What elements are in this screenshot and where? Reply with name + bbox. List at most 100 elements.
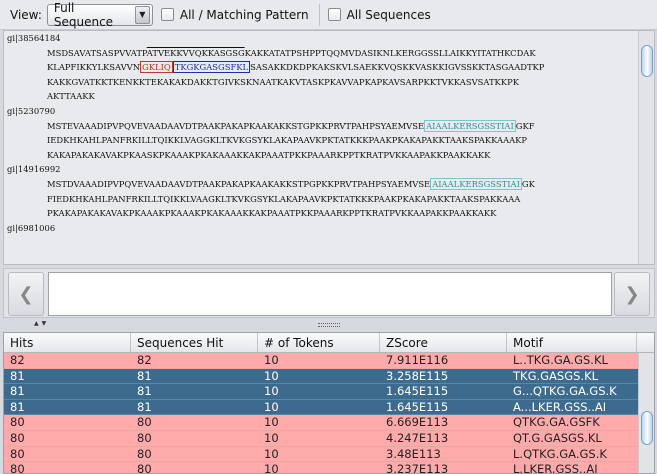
sequence-segment: KAKAPAKAKAVAKPKAASKPKAAAKPKAKAAAKKAKPAAA… <box>47 149 491 160</box>
sequence-segment: FIEDKHKAHLPANFRKILLTQIKKLVAAGKLTKVKGSYKL… <box>47 193 521 204</box>
cell-zscore: 3.258E115 <box>386 368 449 383</box>
sequence-segment: MSTEVAAADIPVPQVEVAADAAVDTPAAKPAKAPKAAKAK… <box>47 120 425 131</box>
collapse-arrows-icon[interactable]: ▲▼ <box>34 320 49 327</box>
sequence-segment: KAKKATATPSHPPTQQMVDASIKNLKERGGSSLLAIKKYI… <box>244 47 536 58</box>
cell-sequences-hit: 80 <box>137 462 152 474</box>
table-header: Hits Sequences Hit # of Tokens ZScore Mo… <box>4 333 654 353</box>
cell-tokens: 10 <box>264 430 279 445</box>
table-row[interactable]: 81 81 10 3.258E115 TKG.GASGS.KL <box>4 368 654 385</box>
chevron-down-icon[interactable]: ▼ <box>134 5 150 24</box>
cell-motif: QTKG.GA.GSFK <box>513 415 600 430</box>
matching-pattern-label: All / Matching Pattern <box>179 7 309 22</box>
sequence-line: MSTDVAAADIPVPQVEVAADAAVDTPAAKPAKAPKAAKAK… <box>4 177 544 192</box>
cell-hits: 80 <box>10 446 25 461</box>
sequence-segment: SASAKKDKDPKAKSKVLSAEKKVQSKKVASKKIGVSSKKT… <box>250 62 545 73</box>
table-row[interactable]: 80 80 10 3.48E113 L.QTKG.GA.GS.K <box>4 446 654 463</box>
cell-zscore: 3.237E113 <box>386 462 449 474</box>
detail-field[interactable] <box>48 272 612 316</box>
previous-button[interactable]: ❮ <box>8 272 44 316</box>
cell-sequences-hit: 80 <box>137 415 152 430</box>
cell-zscore: 1.645E115 <box>386 399 449 414</box>
cell-sequences-hit: 81 <box>137 399 152 414</box>
cell-hits: 80 <box>10 462 25 474</box>
motif-match-teal: AIAALKERSGSSTIAI <box>424 119 516 132</box>
sequence-line: PKAKAPAKAKAVAKPKAAAKPKAAAKPKAKAAAKKAKPAA… <box>4 206 544 221</box>
sequence-line: MSTEVAAADIPVPQVEVAADAAVDTPAAKPAKAPKAAKAK… <box>4 119 544 134</box>
sequence-line: FIEDKHKAHLPANFRKILLTQIKKLVAAGKLTKVKGSYKL… <box>4 192 544 207</box>
sequence-text: gi|38564184 MSDSAVATSASPVVATPATVEKKVVQKKA… <box>4 31 544 235</box>
cell-tokens: 10 <box>264 353 279 367</box>
column-header-zscore[interactable]: ZScore <box>380 333 507 352</box>
sequence-segment: MSTDVAAADIPVPQVEVAADAAVDTPAAKPAKAPKAAKAK… <box>47 178 431 189</box>
cell-zscore: 1.645E115 <box>386 384 449 399</box>
sequence-line: MSDSAVATSASPVVATPATVEKKVVQKKASGSGKAKKATA… <box>4 46 544 61</box>
sequence-line: KAKKGVATKKTKENKKTEKAKAKDAKKTGIVKSKNAATKA… <box>4 75 544 90</box>
table-row[interactable]: 82 82 10 7.911E116 L..TKG.GA.GS.KL <box>4 353 654 369</box>
cell-tokens: 10 <box>264 462 279 474</box>
next-button[interactable]: ❯ <box>614 272 650 316</box>
sequence-scrollbar[interactable] <box>638 31 654 264</box>
toolbar-divider <box>318 3 320 26</box>
table-row[interactable]: 81 81 10 1.645E115 G...QTKG.GA.GS.K <box>4 384 654 400</box>
sequence-id: gi|38564184 <box>7 33 61 43</box>
sequence-id: gi|14916992 <box>7 164 61 175</box>
all-sequences-label: All Sequences <box>346 7 431 22</box>
sequence-segment: KLAPFIKKYLKSAVVN <box>47 62 141 73</box>
cell-sequences-hit: 81 <box>137 368 152 383</box>
table-scrollbar[interactable] <box>638 353 654 473</box>
cell-motif: TKG.GASGS.KL <box>513 368 599 383</box>
table-body: 82 82 10 7.911E116 L..TKG.GA.GS.KL 81 81 10 3.25… <box>4 353 654 474</box>
cell-motif: L..TKG.GA.GS.KL <box>513 353 608 367</box>
view-select[interactable]: Full Sequence ▼ <box>46 1 153 29</box>
view-label: View: <box>10 7 42 22</box>
split-pane-divider[interactable]: ▲▼ <box>0 319 657 331</box>
sequence-segment: MSDSAVATSASPVVATP <box>47 47 147 58</box>
sequence-panel: gi|38564184 MSDSAVATSASPVVATPATVEKKVVQKKA… <box>3 30 655 265</box>
sequence-id: gi|6981006 <box>7 222 56 233</box>
column-header-sequences-hit[interactable]: Sequences Hit <box>131 333 258 352</box>
table-row[interactable]: 80 80 10 3.237E113 L.LKER.GSS..AI <box>4 462 654 474</box>
cell-hits: 82 <box>10 353 25 367</box>
sequence-segment: PKAKAPAKAKAVAKPKAAAKPKAAAKPKAKAAAKKAKPAA… <box>47 208 497 219</box>
matching-pattern-checkbox[interactable]: All / Matching Pattern <box>160 7 309 22</box>
column-header-tokens[interactable]: # of Tokens <box>258 333 380 352</box>
cell-hits: 81 <box>10 368 25 383</box>
sequence-line: KAKAPAKAKAVAKPKAASKPKAAAKPKAKAAAKKAKPAAA… <box>4 148 544 163</box>
table-row[interactable]: 81 81 10 1.645E115 A...LKER.GSS..AI <box>4 399 654 416</box>
cell-hits: 81 <box>10 384 25 399</box>
cell-tokens: 10 <box>264 368 279 383</box>
column-header-motif[interactable]: Motif <box>507 333 637 352</box>
column-header-hits[interactable]: Hits <box>4 333 131 352</box>
cell-hits: 80 <box>10 415 25 430</box>
cell-zscore: 7.911E116 <box>386 353 449 367</box>
cell-motif: G...QTKG.GA.GS.K <box>513 384 617 399</box>
splitter-grip[interactable] <box>318 323 340 327</box>
scrollbar-thumb[interactable] <box>641 45 653 77</box>
motif-match-teal: AIAALKERSGSSTIAI <box>430 177 522 190</box>
sequence-segment: GKF <box>515 120 535 131</box>
cell-tokens: 10 <box>264 446 279 461</box>
all-sequences-checkbox[interactable]: All Sequences <box>327 7 431 22</box>
motif-match-blue: TKGKGASGSFKL <box>172 61 251 74</box>
table-row[interactable]: 80 80 10 4.247E113 QT.G.GASGS.KL <box>4 430 654 447</box>
cell-sequences-hit: 82 <box>137 353 152 367</box>
cell-zscore: 3.48E113 <box>386 446 441 461</box>
cell-sequences-hit: 80 <box>137 430 152 445</box>
checkbox-box[interactable] <box>160 8 174 21</box>
scrollbar-thumb[interactable] <box>641 411 653 445</box>
chevron-left-icon: ❮ <box>18 283 34 305</box>
chevron-right-icon: ❯ <box>624 283 640 305</box>
checkbox-box[interactable] <box>327 8 341 21</box>
sequence-id: gi|5230790 <box>7 105 56 116</box>
sequence-line: AKTTAAKK <box>4 89 544 104</box>
cell-hits: 81 <box>10 399 25 414</box>
cell-motif: L.LKER.GSS..AI <box>513 462 598 474</box>
cell-motif: L.QTKG.GA.GS.K <box>513 446 607 461</box>
cell-hits: 80 <box>10 430 25 445</box>
cell-zscore: 4.247E113 <box>386 430 449 445</box>
table-row[interactable]: 80 80 10 6.669E113 QTKG.GA.GSFK <box>4 415 654 431</box>
cell-sequences-hit: 81 <box>137 384 152 399</box>
cell-tokens: 10 <box>264 384 279 399</box>
toolbar: View: Full Sequence ▼ All / Matching Pat… <box>0 0 657 30</box>
motif-results-table: Hits Sequences Hit # of Tokens ZScore Mo… <box>3 332 655 474</box>
